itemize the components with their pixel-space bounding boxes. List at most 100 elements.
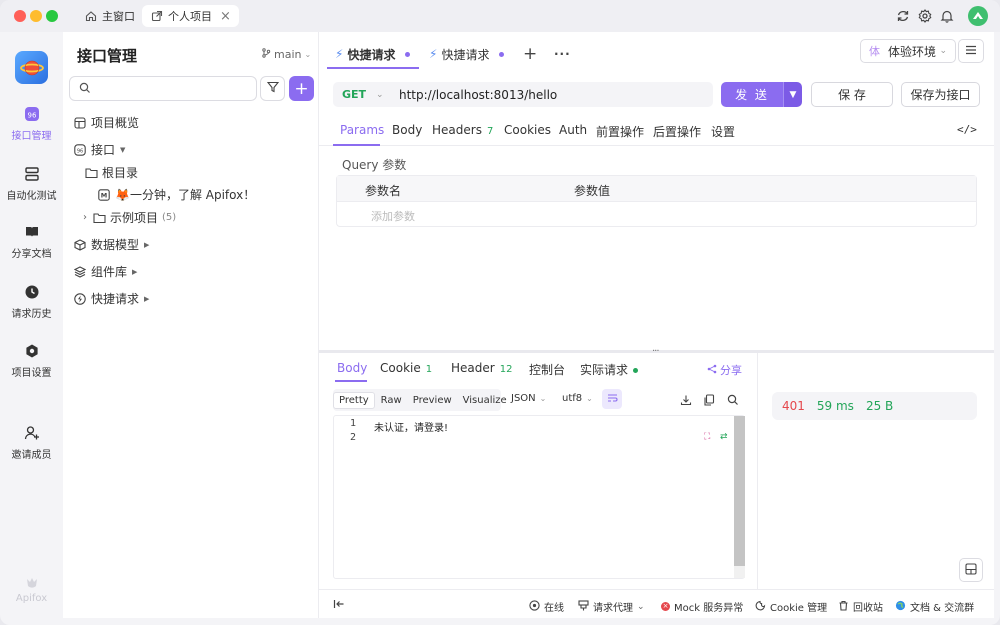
tab-params[interactable]: Params: [340, 123, 384, 137]
tree-search-input[interactable]: [69, 76, 257, 101]
send-options-button[interactable]: ▼: [783, 82, 802, 107]
api-tree-sidebar: 接口管理 main ⌄ + 项目概览 96 接口 ▼ 根目录 M 🦊一分钟，了解…: [63, 32, 319, 618]
url-input[interactable]: http://localhost:8013/hello: [389, 88, 557, 102]
request-tab-1[interactable]: ⚡︎ 快捷请求: [335, 40, 411, 68]
rail-item-label: 分享文档: [11, 249, 52, 260]
mock-service-status[interactable]: × Mock 服务异常: [661, 599, 743, 614]
line-number: 2: [350, 432, 357, 443]
environment-selector[interactable]: 体 体验环境 ⌄: [860, 39, 956, 63]
docs-community-link[interactable]: 文档 & 交流群: [895, 599, 974, 614]
maximize-window-button[interactable]: [46, 10, 58, 22]
tree-item-api[interactable]: 96 接口 ▼: [73, 141, 125, 158]
tab-auth[interactable]: Auth: [559, 123, 587, 137]
tree-item-root-folder[interactable]: 根目录: [84, 164, 138, 181]
avatar[interactable]: [968, 6, 988, 26]
cookie-manager[interactable]: Cookie 管理: [755, 599, 827, 614]
rail-item-project-settings[interactable]: 项目设置: [0, 341, 63, 379]
app-window: 主窗口 个人项目 × 96 接口管理 自动化测试 分享文档 请求历史 项目设置 …: [0, 0, 1000, 625]
title-bar: 主窗口 个人项目 ×: [0, 0, 1000, 32]
tab-headers[interactable]: Headers 7: [432, 123, 493, 137]
encoding-selector[interactable]: utf8 ⌄: [562, 393, 593, 404]
collapse-sidebar-icon[interactable]: [333, 599, 345, 609]
format-pretty[interactable]: Pretty: [333, 391, 375, 409]
chevron-down-icon: ⌄: [539, 394, 547, 403]
request-proxy-selector[interactable]: 请求代理 ⌄: [578, 599, 645, 614]
copy-icon[interactable]: [701, 392, 717, 408]
external-link-icon: [150, 9, 164, 23]
search-icon[interactable]: [725, 392, 741, 408]
tab-cookies[interactable]: Cookies: [504, 123, 551, 137]
globe-icon: [895, 600, 906, 614]
response-body-editor[interactable]: 1 未认证，请登录! 2 ⛶ ⇄: [333, 415, 745, 579]
rail-item-invite[interactable]: 邀请成员: [0, 423, 63, 461]
format-visualize[interactable]: Visualize: [458, 393, 512, 408]
tree-item-quick-requests[interactable]: 快捷请求 ▶: [73, 290, 149, 307]
filter-button[interactable]: [260, 76, 285, 101]
online-status[interactable]: 在线: [529, 599, 564, 614]
response-tab-actual-request[interactable]: 实际请求: [580, 361, 639, 378]
tree-item-intro-doc[interactable]: M 🦊一分钟，了解 Apifox！: [97, 186, 255, 203]
branch-selector[interactable]: main ⌄: [261, 48, 311, 61]
more-tabs-button[interactable]: ···: [554, 40, 571, 68]
tab-personal-project[interactable]: 个人项目 ×: [142, 5, 239, 27]
bell-icon[interactable]: [939, 8, 955, 24]
minimize-window-button[interactable]: [30, 10, 42, 22]
tab-post-request[interactable]: 后置操作: [653, 123, 701, 140]
rail-item-automation[interactable]: 自动化测试: [0, 164, 63, 202]
save-as-api-button[interactable]: 保存为接口: [901, 82, 980, 107]
refresh-icon[interactable]: [895, 8, 911, 24]
format-raw[interactable]: Raw: [376, 393, 407, 408]
response-tab-cookie[interactable]: Cookie 1: [380, 361, 432, 375]
request-options-tabs: Params Body Headers 7 Cookies Auth 前置操作 后…: [319, 116, 994, 146]
scan-icon[interactable]: ⛶: [704, 432, 710, 442]
translate-icon[interactable]: ⇄: [720, 432, 728, 442]
language-selector[interactable]: JSON ⌄: [511, 393, 546, 404]
send-button[interactable]: 发 送: [721, 82, 783, 107]
bolt-icon: [73, 292, 87, 306]
trash-bin[interactable]: 回收站: [838, 599, 883, 614]
method-selector[interactable]: GET ⌄: [333, 82, 389, 107]
close-window-button[interactable]: [14, 10, 26, 22]
format-preview[interactable]: Preview: [408, 393, 457, 408]
add-param-placeholder[interactable]: 添加参数: [371, 208, 415, 224]
scrollbar-thumb[interactable]: [734, 416, 745, 566]
response-tab-header[interactable]: Header 12: [451, 361, 512, 375]
word-wrap-button[interactable]: [602, 389, 622, 409]
drag-handle-icon[interactable]: ···: [652, 346, 659, 357]
svg-text:M: M: [101, 191, 107, 199]
share-button[interactable]: 分享: [707, 362, 742, 378]
download-icon[interactable]: [678, 392, 694, 408]
add-button[interactable]: +: [289, 76, 314, 101]
tree-item-label: 接口: [91, 143, 116, 157]
chevron-right-icon[interactable]: ›: [83, 212, 87, 223]
response-tab-body[interactable]: Body: [337, 361, 367, 375]
tree-item-data-models[interactable]: 数据模型 ▶: [73, 236, 149, 253]
request-tab-2[interactable]: ⚡︎ 快捷请求: [429, 40, 505, 68]
chevron-down-icon: ⌄: [637, 601, 645, 612]
gear-icon[interactable]: [917, 8, 933, 24]
rail-item-share-docs[interactable]: 分享文档: [0, 222, 63, 260]
status-dot: [633, 368, 639, 373]
layout-toggle-button[interactable]: [959, 558, 983, 582]
brand-footer: Apifox: [0, 575, 63, 604]
tab-body[interactable]: Body: [392, 123, 422, 137]
tree-item-sample-project[interactable]: › 示例项目 (5): [83, 209, 176, 226]
response-tab-console[interactable]: 控制台: [529, 361, 565, 378]
rail-item-history[interactable]: 请求历史: [0, 282, 63, 320]
tree-item-label: 根目录: [102, 166, 139, 180]
line-number: 1: [350, 418, 357, 429]
tab-settings[interactable]: 设置: [711, 123, 735, 140]
new-tab-button[interactable]: +: [523, 40, 537, 68]
code-view-button[interactable]: </>: [957, 123, 977, 136]
column-name-header: 参数名: [365, 184, 402, 198]
close-tab-icon[interactable]: ×: [220, 9, 231, 24]
save-button[interactable]: 保 存: [811, 82, 893, 107]
status-bar: 在线 请求代理 ⌄ × Mock 服务异常 Cookie 管理 回收站 文档 &…: [319, 589, 994, 618]
tab-home[interactable]: 主窗口: [76, 5, 143, 27]
rail-item-api-management[interactable]: 96 接口管理: [0, 104, 63, 142]
language-label: JSON: [511, 393, 536, 404]
tab-pre-request[interactable]: 前置操作: [596, 123, 644, 140]
tree-item-overview[interactable]: 项目概览: [73, 114, 139, 131]
environment-menu-button[interactable]: [958, 39, 984, 63]
tree-item-components[interactable]: 组件库 ▶: [73, 263, 137, 280]
